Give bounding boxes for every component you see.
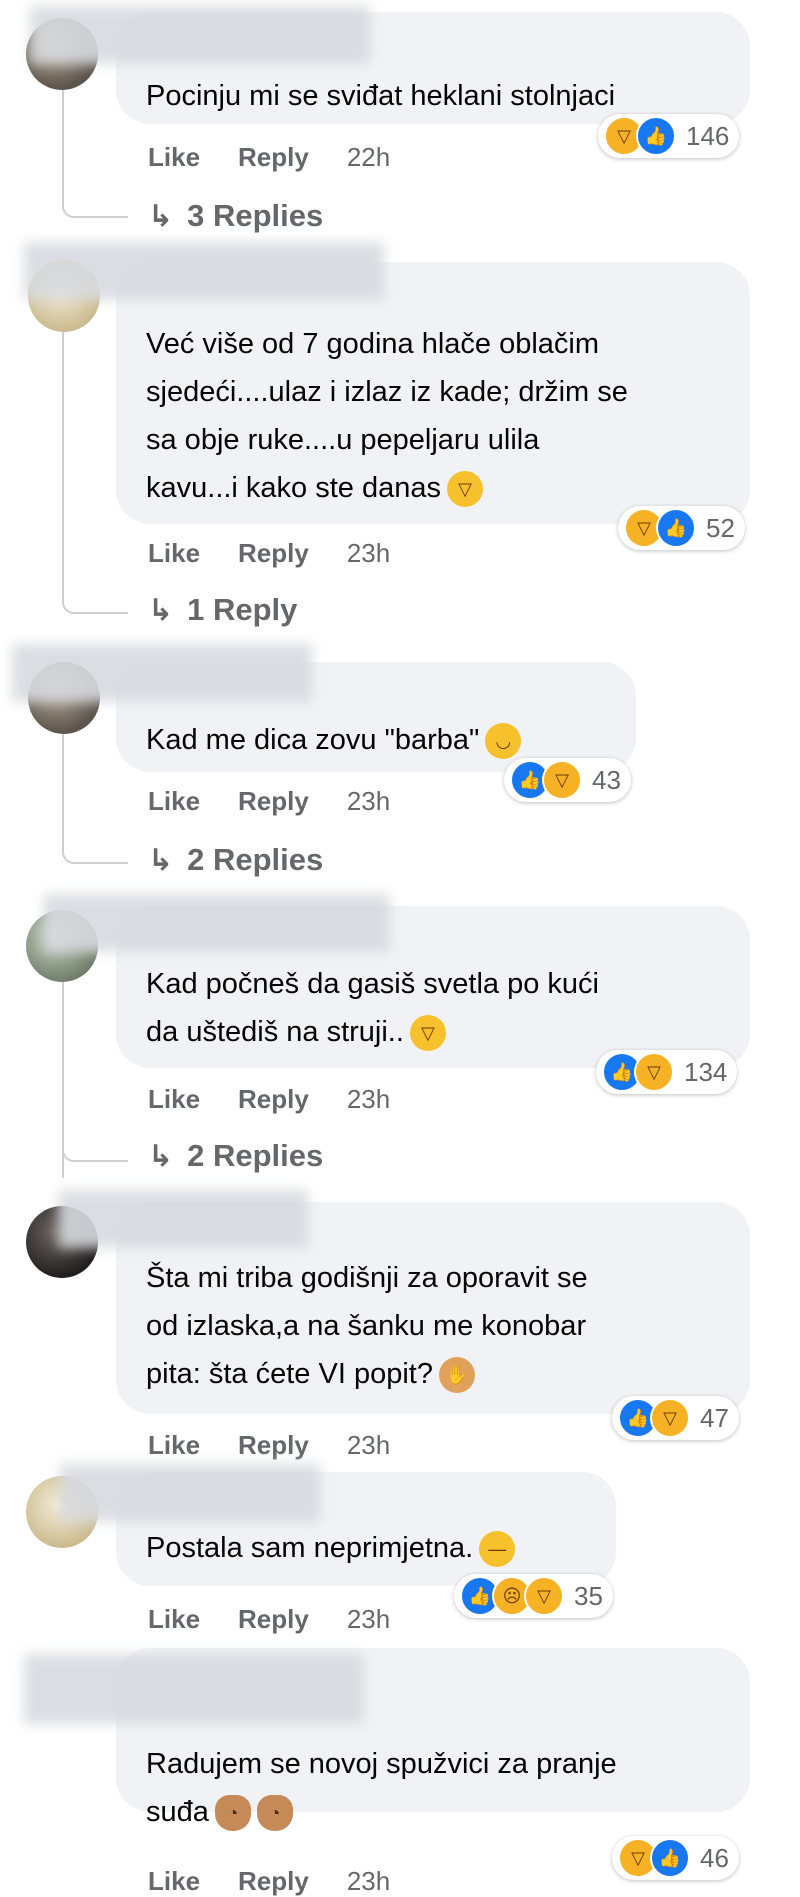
timestamp[interactable]: 23h (347, 1430, 390, 1461)
comment-text: Kad počneš da gasiš svetla po kući da uš… (146, 960, 599, 1056)
reaction-count: 52 (706, 512, 735, 543)
comment-actions: Like Reply 23h (148, 786, 390, 817)
author-name-blurred[interactable] (44, 894, 390, 952)
reply-button[interactable]: Reply (238, 1084, 309, 1115)
comment-text: Pocinju mi se sviđat heklani stolnjaci (146, 80, 616, 112)
reaction-count: 47 (700, 1402, 729, 1433)
thread-connector (62, 836, 128, 864)
timestamp[interactable]: 23h (347, 538, 390, 569)
thread-connector (62, 190, 128, 218)
reply-button[interactable]: Reply (238, 1866, 309, 1897)
like-button[interactable]: Like (148, 1430, 200, 1461)
like-button[interactable]: Like (148, 538, 200, 569)
comment-actions: Like Reply 23h (148, 1866, 390, 1897)
comment-actions: Like Reply 23h (148, 1430, 390, 1461)
comment-actions: Like Reply 23h (148, 538, 390, 569)
view-replies-button[interactable]: ↳ 2 Replies (148, 1138, 323, 1174)
like-button[interactable]: Like (148, 1604, 200, 1635)
author-name-blurred[interactable] (24, 1654, 364, 1724)
reaction-count: 46 (700, 1842, 729, 1873)
see-no-evil-monkey-emoji-icon: ◔ (256, 1795, 293, 1832)
author-name-blurred[interactable] (58, 1190, 308, 1248)
see-no-evil-monkey-emoji-icon: ◔ (214, 1795, 251, 1832)
like-button[interactable]: Like (148, 1084, 200, 1115)
comment-text: Radujem se novoj spužvici za pranje suđa… (146, 1740, 617, 1836)
reply-button[interactable]: Reply (238, 538, 309, 569)
like-reaction-icon: 👍 (656, 508, 696, 548)
reaction-count: 35 (574, 1580, 603, 1611)
like-button[interactable]: Like (148, 1866, 200, 1897)
reaction-summary[interactable]: ▽ 👍 52 (618, 506, 745, 550)
reaction-summary[interactable]: ▽ 👍 146 (598, 114, 740, 158)
laughing-emoji-icon: ▽ (447, 471, 483, 508)
reaction-summary[interactable]: 👍 ☹ ▽ 35 (454, 1574, 613, 1618)
replies-count-label: 2 Replies (187, 842, 324, 877)
comment-actions: Like Reply 23h (148, 1084, 390, 1115)
timestamp[interactable]: 23h (347, 786, 390, 817)
comment-actions: Like Reply 23h (148, 1604, 390, 1635)
timestamp[interactable]: 23h (347, 1866, 390, 1897)
author-name-blurred[interactable] (30, 6, 370, 64)
thread-connector (62, 1134, 128, 1162)
haha-reaction-icon: ▽ (542, 760, 582, 800)
comment-text: Šta mi triba godišnji za oporavit se od … (146, 1254, 588, 1398)
reaction-summary[interactable]: 👍 ▽ 43 (504, 758, 631, 802)
person-facepalming-emoji-icon: ✋ (438, 1357, 475, 1394)
comment-text: Već više od 7 godina hlače oblačim sjede… (146, 320, 628, 512)
like-reaction-icon: 👍 (650, 1838, 690, 1878)
reply-arrow-icon: ↳ (148, 1139, 174, 1173)
rolling-laughing-emoji-icon: ▽ (409, 1015, 446, 1052)
reaction-summary[interactable]: 👍 ▽ 134 (596, 1050, 738, 1094)
comment-text: Kad me dica zovu "barba" ◡ (146, 716, 522, 764)
view-replies-button[interactable]: ↳ 3 Replies (148, 198, 323, 234)
replies-count-label: 3 Replies (187, 198, 324, 233)
reaction-count: 43 (592, 764, 621, 795)
timestamp[interactable]: 23h (347, 1084, 390, 1115)
replies-count-label: 1 Reply (187, 592, 298, 627)
timestamp[interactable]: 22h (347, 142, 390, 173)
author-name-blurred[interactable] (12, 644, 312, 702)
reaction-count: 134 (684, 1056, 728, 1087)
reply-arrow-icon: ↳ (148, 199, 174, 233)
reply-button[interactable]: Reply (238, 1604, 309, 1635)
view-replies-button[interactable]: ↳ 1 Reply (148, 592, 297, 628)
thread-connector (62, 586, 128, 614)
comment-actions: Like Reply 22h (148, 142, 390, 173)
reply-button[interactable]: Reply (238, 786, 309, 817)
expressionless-emoji-icon: — (479, 1531, 516, 1568)
comment-text: Postala sam neprimjetna. — (146, 1524, 516, 1572)
thread-line (62, 80, 64, 190)
reply-arrow-icon: ↳ (148, 843, 174, 877)
like-reaction-icon: 👍 (636, 116, 676, 156)
author-name-blurred[interactable] (60, 1464, 320, 1522)
reply-arrow-icon: ↳ (148, 593, 174, 627)
haha-reaction-icon: ▽ (650, 1398, 690, 1438)
haha-reaction-icon: ▽ (634, 1052, 674, 1092)
thread-line (62, 310, 64, 600)
reply-button[interactable]: Reply (238, 142, 309, 173)
like-button[interactable]: Like (148, 786, 200, 817)
like-button[interactable]: Like (148, 142, 200, 173)
reaction-count: 146 (686, 120, 730, 151)
grinning-sweat-emoji-icon: ◡ (485, 723, 522, 760)
view-replies-button[interactable]: ↳ 2 Replies (148, 842, 323, 878)
haha-reaction-icon: ▽ (524, 1576, 564, 1616)
author-name-blurred[interactable] (24, 242, 384, 300)
reaction-summary[interactable]: ▽ 👍 46 (612, 1836, 739, 1880)
timestamp[interactable]: 23h (347, 1604, 390, 1635)
replies-count-label: 2 Replies (187, 1138, 324, 1173)
reply-button[interactable]: Reply (238, 1430, 309, 1461)
thread-line (62, 728, 64, 848)
reaction-summary[interactable]: 👍 ▽ 47 (612, 1396, 739, 1440)
